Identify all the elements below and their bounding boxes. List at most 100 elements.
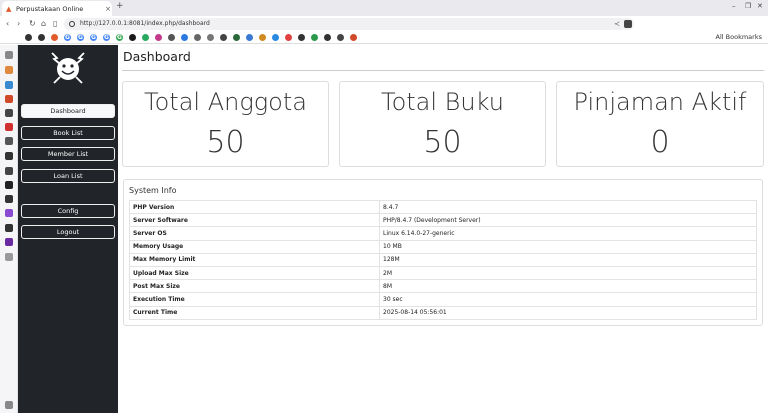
panel-icon[interactable] [5,109,13,117]
info-value: 10 MB [379,239,757,254]
bookmark-icon[interactable] [272,34,279,41]
system-info-panel: System Info PHP Version 8.4.7 Server Soft… [123,179,763,326]
bookmark-icon[interactable] [38,34,45,41]
info-value: Linux 6.14.0-27-generic [379,226,757,241]
info-key: Execution Time [129,292,380,307]
minimize-icon[interactable]: – [732,2,736,10]
google-icon[interactable]: G [116,34,123,41]
site-info-icon[interactable] [69,21,75,27]
bookmark-icon[interactable] [285,34,292,41]
bookmark-icon[interactable] [51,34,58,41]
panel-icon[interactable] [5,137,13,145]
nav-loan-list[interactable]: Loan List [21,169,115,183]
nav-member-list[interactable]: Member List [21,147,115,161]
table-row: Memory Usage 10 MB [129,239,757,254]
table-row: Max Memory Limit 128M [129,252,757,267]
browser-tab[interactable]: ▲ Perpustakaan Online × [2,1,112,16]
bookmark-icon[interactable] [259,34,266,41]
bookmark-icon[interactable] [129,34,136,41]
table-row: PHP Version 8.4.7 [129,199,757,215]
all-bookmarks-button[interactable]: All Bookmarks [716,33,762,41]
smiley-logo-icon [51,52,85,84]
system-info-title: System Info [129,186,177,195]
table-row: Server OS Linux 6.14.0-27-generic [129,226,757,241]
panel-icon[interactable] [5,224,13,232]
google-icon[interactable]: G [64,34,71,41]
back-icon[interactable]: ‹ [6,19,9,28]
bookmark-icon[interactable] [324,34,331,41]
panel-icon[interactable] [5,95,13,103]
table-row: Server Software PHP/8.4.7 (Development Se… [129,213,757,228]
stat-card-value: 50 [206,125,245,160]
bookmark-icon[interactable] [311,34,318,41]
panel-icon[interactable] [5,181,13,189]
panel-icon[interactable] [5,66,13,74]
stat-card-value: 50 [423,125,462,160]
panel-icon[interactable] [5,152,13,160]
stat-card-title: Pinjaman Aktif [573,88,747,116]
bookmark-icon[interactable] [155,34,162,41]
bookmark-icon[interactable] [194,34,201,41]
bookmark-icon[interactable] [168,34,175,41]
info-key: PHP Version [129,199,380,215]
bookmark-icon[interactable] [207,34,214,41]
stat-card-pinjaman-aktif: Pinjaman Aktif 0 [556,81,764,167]
main-content: Dashboard Total Anggota 50 Total Buku 50… [118,45,768,413]
info-value: 128M [379,252,757,267]
bookmarks-panel-icon[interactable] [5,51,13,59]
maximize-icon[interactable]: ❐ [745,2,751,10]
info-key: Upload Max Size [129,265,380,281]
bookmark-icon[interactable] [246,34,253,41]
bookmark-icon[interactable] [233,34,240,41]
bookmark-icon[interactable] [181,34,188,41]
info-value: 8M [379,279,757,294]
browser-side-panel [0,45,18,413]
info-key: Server OS [129,226,380,241]
browser-toolbar: ‹ › ↻ ⌂ ▯ http://127.0.0.1:8081/index.ph… [0,16,768,43]
google-icon[interactable]: G [77,34,84,41]
app-sidebar: Dashboard Book List Member List Loan Lis… [18,45,118,413]
bookmark-icon[interactable] [350,34,357,41]
bookmark-icon[interactable] [142,34,149,41]
nav-logout[interactable]: Logout [21,225,115,239]
url-text: http://127.0.0.1:8081/index.php/dashboar… [80,20,210,27]
bookmark-icon[interactable] [298,34,305,41]
home-icon[interactable]: ⌂ [41,19,46,28]
table-row: Current Time 2025-08-14 05:56:01 [129,305,757,320]
panel-icon[interactable] [5,195,13,203]
google-icon[interactable]: G [90,34,97,41]
panel-icon[interactable] [5,209,13,217]
divider [122,70,764,71]
panel-icon[interactable] [5,167,13,175]
reload-icon[interactable]: ↻ [29,19,36,28]
google-icon[interactable]: G [103,34,110,41]
panel-icon[interactable] [5,123,13,131]
bookmark-icon[interactable] [220,34,227,41]
stat-card-total-buku: Total Buku 50 [339,81,546,167]
bookmark-icon[interactable] [337,34,344,41]
forward-icon[interactable]: › [17,19,20,28]
new-tab-button[interactable]: + [116,1,124,11]
close-window-icon[interactable]: ✕ [757,2,763,10]
bookmark-icon[interactable] [25,34,32,41]
address-bar[interactable]: http://127.0.0.1:8081/index.php/dashboar… [64,18,634,30]
settings-icon[interactable] [5,401,13,409]
nav-book-list[interactable]: Book List [21,126,115,140]
stat-card-total-anggota: Total Anggota 50 [122,81,329,167]
nav-dashboard[interactable]: Dashboard [21,104,115,118]
info-key: Post Max Size [129,279,380,294]
panel-icon[interactable] [5,81,13,89]
panel-icon[interactable] [5,238,13,246]
stat-card-value: 0 [650,125,670,160]
bookmark-icon[interactable]: ▯ [53,19,57,28]
info-value: 30 sec [379,292,757,307]
nav-config[interactable]: Config [21,204,115,218]
close-tab-icon[interactable]: × [104,5,112,13]
table-row: Execution Time 30 sec [129,292,757,307]
info-value: 8.4.7 [379,199,757,215]
info-key: Server Software [129,213,380,228]
brave-shield-icon[interactable] [624,20,632,28]
info-value: PHP/8.4.7 (Development Server) [379,213,757,228]
share-icon[interactable]: ≺ [614,18,620,30]
add-panel-icon[interactable] [5,253,13,261]
